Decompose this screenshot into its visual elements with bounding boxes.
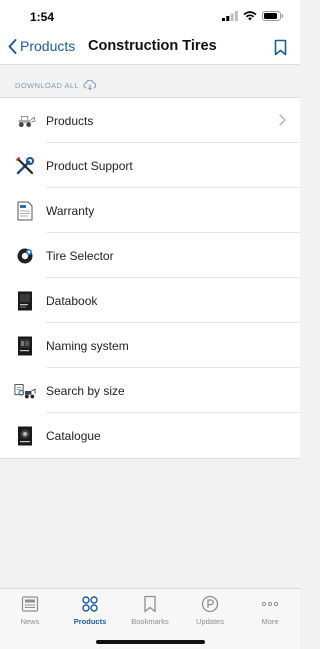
tools-icon [14,155,36,177]
naming-book-icon [14,335,36,357]
signal-icon [222,11,238,21]
status-time: 1:54 [30,10,55,24]
back-button-label: Products [20,38,76,54]
navigation-bar: Products Construction Tires [0,34,300,64]
chevron-left-icon [8,38,17,54]
menu-item-product-support[interactable]: Product Support [0,143,300,188]
cloud-download-icon [83,80,97,90]
menu-item-search-by-size[interactable]: Search by size [0,368,300,413]
menu-item-label: Catalogue [46,428,101,443]
menu-item-products[interactable]: Products [0,98,300,143]
menu-item-label: Warranty [46,203,95,218]
bookmark-icon [274,39,287,56]
back-button[interactable]: Products [8,38,75,54]
menu-item-label: Databook [46,293,98,308]
tab-updates[interactable]: Updates [180,595,240,626]
tab-label: Bookmarks [131,617,169,626]
news-icon [21,596,39,612]
tab-more[interactable]: More [240,595,300,626]
tab-products[interactable]: Products [60,595,120,626]
menu-item-label: Naming system [46,338,129,353]
updates-icon [201,595,219,613]
tire-selector-icon [14,245,36,267]
status-icons [222,11,284,21]
bookmark-button[interactable] [274,39,287,61]
tab-news[interactable]: News [0,595,60,626]
more-icon [261,601,279,607]
menu-item-label: Search by size [46,383,125,398]
menu-item-tire-selector[interactable]: Tire Selector [0,233,300,278]
bookmark-icon [144,595,156,613]
menu-item-catalogue[interactable]: Catalogue [0,413,300,458]
home-indicator [96,640,205,644]
tab-label: More [261,617,279,626]
menu-item-naming-system[interactable]: Naming system [0,323,300,368]
download-all-button[interactable]: DOWNLOAD ALL [15,80,97,90]
document-icon [14,200,36,222]
menu-item-databook[interactable]: Databook [0,278,300,323]
page-title: Construction Tires [88,38,217,54]
wifi-icon [243,11,257,21]
menu-item-label: Products [46,113,94,128]
menu-item-warranty[interactable]: Warranty [0,188,300,233]
status-bar: 1:54 [0,0,300,34]
tab-label: News [20,617,40,626]
download-row: DOWNLOAD ALL [0,64,300,97]
catalogue-icon [14,425,36,447]
menu-list: Products Product Support Warranty Tire S… [0,97,300,459]
menu-item-label: Tire Selector [46,248,114,263]
loader-vehicle-icon [14,110,36,132]
chevron-right-icon [279,114,286,126]
grid-icon [82,596,98,612]
battery-icon [262,11,284,21]
search-size-icon [14,380,36,402]
databook-icon [14,290,36,312]
download-all-label: DOWNLOAD ALL [15,80,79,90]
menu-item-label: Product Support [46,158,133,173]
tab-label: Updates [196,617,224,626]
tab-bookmarks[interactable]: Bookmarks [120,595,180,626]
tab-label: Products [73,617,107,626]
